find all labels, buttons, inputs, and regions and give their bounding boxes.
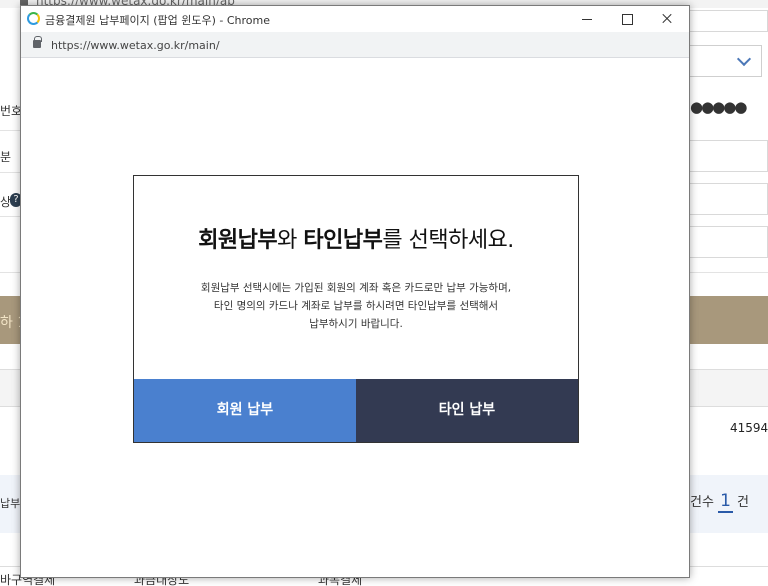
address-bar[interactable]: https://www.wetax.go.kr/main/ <box>21 32 689 58</box>
chrome-icon <box>27 12 40 25</box>
dialog-description: 회원납부 선택시에는 가입된 회원의 계좌 혹은 카드로만 납부 가능하며, 타… <box>134 279 578 333</box>
lock-icon <box>33 36 42 48</box>
popup-window: 금융결제원 납부페이지 (팝업 윈도우) - Chrome https://ww… <box>20 5 690 578</box>
member-payment-button[interactable]: 회원 납부 <box>134 379 356 442</box>
description-line: 납부하시기 바랍니다. <box>309 318 403 330</box>
chevron-down-icon <box>736 51 752 67</box>
window-titlebar[interactable]: 금융결제원 납부페이지 (팝업 윈도우) - Chrome <box>21 6 689 32</box>
dialog-title: 회원납부와 타인납부를 선택하세요. <box>134 222 578 254</box>
title-connector: 와 <box>277 228 304 253</box>
count-summary: 건수 1 건 <box>690 491 749 513</box>
divider <box>0 216 20 217</box>
count-prefix: 건수 <box>690 495 714 510</box>
background-code: 41594- <box>730 421 768 435</box>
description-line: 회원납부 선택시에는 가입된 회원의 계좌 혹은 카드로만 납부 가능하며, <box>200 282 512 294</box>
masked-value: ●●●●● <box>690 98 747 116</box>
description-line: 타인 명의의 카드나 계좌로 납부를 하시려면 타인납부를 선택해서 <box>213 300 499 312</box>
title-member-payment: 회원납부 <box>198 228 278 253</box>
title-other-payment: 타인납부 <box>303 228 383 253</box>
background-field[interactable] <box>688 183 768 215</box>
other-payment-button[interactable]: 타인 납부 <box>356 379 578 442</box>
count-suffix: 건 <box>737 495 749 510</box>
payment-choice-dialog: 회원납부와 타인납부를 선택하세요. 회원납부 선택시에는 가입된 회원의 계좌… <box>133 175 579 443</box>
background-label-payment: 납부 <box>0 497 21 510</box>
background-field[interactable] <box>688 140 768 172</box>
count-value: 1 <box>718 491 733 513</box>
background-select[interactable] <box>688 45 762 77</box>
close-button[interactable] <box>647 6 687 32</box>
title-instruction: 를 선택하세요. <box>382 228 514 253</box>
dialog-buttons: 회원 납부 타인 납부 <box>134 379 578 442</box>
background-field[interactable] <box>688 226 768 258</box>
background-label-number: 번호 <box>0 104 23 118</box>
popup-content: 회원납부와 타인납부를 선택하세요. 회원납부 선택시에는 가입된 회원의 계좌… <box>21 58 689 577</box>
minimize-button[interactable] <box>567 6 607 32</box>
background-label-category: 분 <box>0 150 12 164</box>
background-input[interactable] <box>688 10 768 32</box>
url-text: https://www.wetax.go.kr/main/ <box>51 39 220 52</box>
divider <box>0 172 20 173</box>
maximize-button[interactable] <box>607 6 647 32</box>
divider <box>0 130 20 131</box>
window-title: 금융결제원 납부페이지 (팝업 윈도우) - Chrome <box>45 14 270 27</box>
